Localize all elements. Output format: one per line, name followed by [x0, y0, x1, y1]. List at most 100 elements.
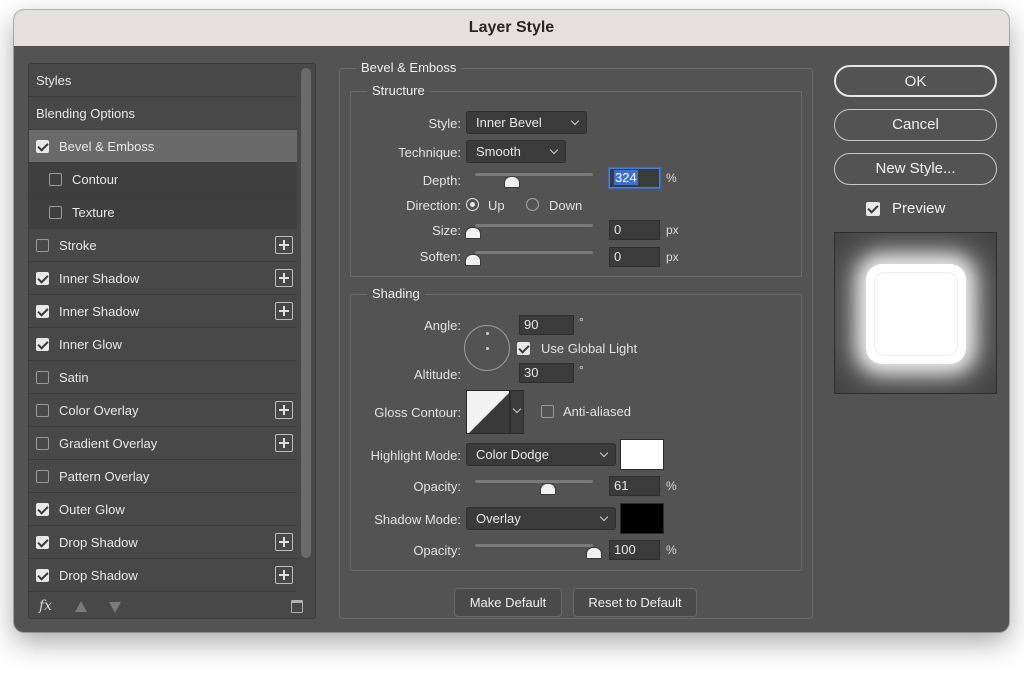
- style-checkbox-texture[interactable]: [49, 205, 62, 219]
- style-checkbox-pattern-overlay[interactable]: [36, 469, 49, 483]
- direction-label: Direction:: [406, 198, 461, 213]
- direction-up-label: Up: [488, 198, 505, 213]
- shadow-mode-dropdown[interactable]: Overlay: [466, 507, 616, 530]
- style-row-inner-shadow[interactable]: Inner Shadow: [29, 295, 297, 328]
- move-down-icon[interactable]: [109, 602, 121, 613]
- trash-icon[interactable]: [291, 600, 303, 613]
- reset-to-default-button[interactable]: Reset to Default: [573, 588, 697, 617]
- style-row-label: Texture: [72, 204, 115, 220]
- gloss-contour-dropdown[interactable]: [510, 390, 524, 434]
- highlight-opacity-label: Opacity:: [413, 479, 461, 494]
- style-row-satin[interactable]: Satin: [29, 361, 297, 394]
- style-checkbox-inner-shadow[interactable]: [36, 304, 49, 318]
- style-checkbox-satin[interactable]: [36, 370, 49, 384]
- highlight-opacity-value: 61: [614, 478, 629, 493]
- highlight-opacity-unit: %: [666, 479, 677, 493]
- bevel-emboss-title: Bevel & Emboss: [356, 60, 462, 75]
- style-checkbox-drop-shadow[interactable]: [36, 535, 49, 549]
- style-row-pattern-overlay[interactable]: Pattern Overlay: [29, 460, 297, 493]
- add-effect-icon[interactable]: [275, 269, 293, 287]
- add-effect-icon[interactable]: [275, 434, 293, 452]
- style-checkbox-outer-glow[interactable]: [36, 502, 49, 516]
- angle-input[interactable]: 90: [519, 315, 574, 335]
- size-unit: px: [666, 223, 679, 237]
- new-style-button[interactable]: New Style...: [834, 153, 997, 185]
- preview-checkbox[interactable]: [866, 202, 880, 216]
- highlight-color-swatch[interactable]: [620, 439, 664, 470]
- style-row-label: Satin: [59, 369, 89, 385]
- altitude-input[interactable]: 30: [519, 363, 574, 383]
- add-effect-icon[interactable]: [275, 401, 293, 419]
- style-row-gradient-overlay[interactable]: Gradient Overlay: [29, 427, 297, 460]
- style-row-outer-glow[interactable]: Outer Glow: [29, 493, 297, 526]
- angle-dial-center: [486, 347, 489, 350]
- style-checkbox-drop-shadow[interactable]: [36, 568, 49, 582]
- style-row-blending-options[interactable]: Blending Options: [29, 97, 297, 130]
- angle-label: Angle:: [424, 318, 461, 333]
- size-input[interactable]: 0: [609, 220, 660, 240]
- style-row-drop-shadow[interactable]: Drop Shadow: [29, 559, 297, 592]
- style-checkbox-stroke[interactable]: [36, 238, 49, 252]
- highlight-opacity-track[interactable]: [475, 480, 593, 483]
- gloss-contour-preview[interactable]: [466, 390, 510, 434]
- add-effect-icon[interactable]: [275, 533, 293, 551]
- direction-down-radio[interactable]: [526, 198, 539, 211]
- style-row-label: Stroke: [59, 237, 97, 253]
- shadow-opacity-track[interactable]: [475, 544, 593, 547]
- highlight-mode-dropdown[interactable]: Color Dodge: [466, 443, 616, 466]
- style-row-label: Gradient Overlay: [59, 435, 158, 451]
- add-effect-icon[interactable]: [275, 302, 293, 320]
- cancel-button[interactable]: Cancel: [834, 109, 997, 141]
- depth-input[interactable]: 324: [609, 168, 660, 188]
- technique-dropdown[interactable]: Smooth: [466, 140, 566, 163]
- style-checkbox-gradient-overlay[interactable]: [36, 436, 49, 450]
- depth-unit: %: [666, 171, 677, 185]
- shadow-opacity-label: Opacity:: [413, 543, 461, 558]
- style-checkbox-bevel-emboss[interactable]: [36, 139, 49, 153]
- style-row-bevel-emboss[interactable]: Bevel & Emboss: [29, 130, 297, 163]
- styles-list-footer: fx: [29, 594, 315, 618]
- shadow-opacity-unit: %: [666, 543, 677, 557]
- styles-list-scrollbar[interactable]: [301, 68, 311, 558]
- shadow-mode-value: Overlay: [476, 511, 521, 526]
- style-row-styles[interactable]: Styles: [29, 64, 297, 97]
- layer-style-dialog: Layer Style Styles Blending Options Bevel …: [14, 10, 1009, 632]
- ok-button[interactable]: OK: [834, 65, 997, 97]
- soften-slider-track[interactable]: [475, 251, 593, 254]
- use-global-light-checkbox[interactable]: [517, 342, 530, 355]
- style-checkbox-inner-glow[interactable]: [36, 337, 49, 351]
- style-row-contour[interactable]: Contour: [29, 163, 297, 196]
- shadow-color-swatch[interactable]: [620, 503, 664, 534]
- depth-label: Depth:: [422, 173, 461, 188]
- style-row-label: Blending Options: [36, 105, 136, 121]
- style-row-texture[interactable]: Texture: [29, 196, 297, 229]
- anti-aliased-checkbox[interactable]: [541, 405, 554, 418]
- style-row-color-overlay[interactable]: Color Overlay: [29, 394, 297, 427]
- make-default-button[interactable]: Make Default: [454, 588, 562, 617]
- shadow-opacity-input[interactable]: 100: [609, 540, 660, 560]
- direction-up-radio[interactable]: [466, 198, 479, 211]
- style-row-drop-shadow[interactable]: Drop Shadow: [29, 526, 297, 559]
- fx-icon[interactable]: fx: [39, 598, 52, 614]
- soften-input[interactable]: 0: [609, 247, 660, 267]
- depth-slider-track[interactable]: [475, 173, 593, 176]
- add-effect-icon[interactable]: [275, 236, 293, 254]
- style-row-label: Styles: [36, 72, 72, 88]
- size-slider-track[interactable]: [475, 224, 593, 227]
- style-checkbox-inner-shadow[interactable]: [36, 271, 49, 285]
- style-dropdown[interactable]: Inner Bevel: [466, 111, 587, 134]
- add-effect-icon[interactable]: [275, 566, 293, 584]
- move-up-icon[interactable]: [75, 601, 87, 612]
- angle-input-value: 90: [524, 317, 539, 332]
- style-row-stroke[interactable]: Stroke: [29, 229, 297, 262]
- highlight-opacity-input[interactable]: 61: [609, 476, 660, 496]
- direction-down-label: Down: [549, 198, 583, 213]
- style-checkbox-color-overlay[interactable]: [36, 403, 49, 417]
- styles-list: Styles Blending Options Bevel & Emboss Cont…: [29, 64, 297, 592]
- preview-label: Preview: [892, 200, 946, 217]
- soften-label: Soften:: [419, 249, 461, 264]
- angle-dial[interactable]: [464, 325, 510, 371]
- style-checkbox-contour[interactable]: [49, 172, 62, 186]
- style-row-inner-glow[interactable]: Inner Glow: [29, 328, 297, 361]
- style-row-inner-shadow[interactable]: Inner Shadow: [29, 262, 297, 295]
